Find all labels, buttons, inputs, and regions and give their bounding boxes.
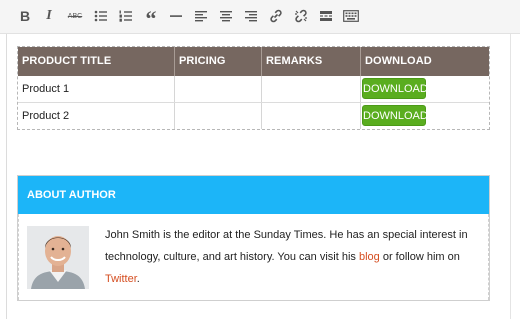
toolbar-toggle-icon[interactable] [341, 7, 361, 25]
blog-link[interactable]: blog [359, 251, 380, 263]
editor-toolbar: B I ABC “ [0, 0, 520, 34]
twitter-link[interactable]: Twitter [105, 273, 137, 285]
blockquote-icon[interactable]: “ [142, 7, 160, 30]
strikethrough-icon[interactable]: ABC [64, 7, 86, 25]
numbered-list-icon[interactable] [117, 7, 135, 25]
horizontal-line-icon[interactable] [167, 7, 185, 25]
column-divider [174, 47, 175, 76]
bold-icon[interactable]: B [16, 7, 34, 25]
pricing-cell[interactable] [175, 76, 179, 103]
column-divider [261, 47, 262, 76]
pricing-cell[interactable] [175, 103, 179, 130]
remove-link-icon[interactable] [292, 7, 310, 25]
author-box-header: ABOUT AUTHOR [18, 176, 489, 214]
author-photo [27, 226, 89, 289]
author-box-title: ABOUT AUTHOR [27, 189, 116, 201]
table-header-row: PRODUCT TITLE PRICING REMARKS DOWNLOAD [18, 47, 489, 76]
column-header-download: DOWNLOAD [365, 55, 432, 67]
column-header-product-title: PRODUCT TITLE [22, 55, 112, 67]
column-header-pricing: PRICING [179, 55, 226, 67]
bio-text: . [136, 273, 140, 285]
remarks-cell[interactable] [262, 76, 266, 103]
download-button[interactable]: DOWNLOAD [362, 105, 428, 126]
column-header-remarks: REMARKS [266, 55, 323, 67]
download-button[interactable]: DOWNLOAD [362, 78, 428, 99]
author-bio: John Smith is the editor at the Sunday T… [105, 224, 481, 290]
row-divider [18, 102, 489, 103]
product-table: PRODUCT TITLE PRICING REMARKS DOWNLOAD P… [17, 46, 490, 130]
italic-icon[interactable]: I [40, 7, 58, 25]
column-divider [360, 47, 361, 76]
product-title-cell[interactable]: Product 1 [18, 76, 69, 103]
editor-border-left [6, 34, 7, 319]
align-right-icon[interactable] [242, 7, 260, 25]
bio-text: or follow him on [379, 251, 460, 263]
product-title-cell[interactable]: Product 2 [18, 103, 69, 130]
about-author-box: ABOUT AUTHOR John Smith is the editor at… [17, 175, 490, 301]
bulleted-list-icon[interactable] [92, 7, 110, 25]
align-left-icon[interactable] [192, 7, 210, 25]
read-more-icon[interactable] [317, 7, 335, 25]
insert-link-icon[interactable] [267, 7, 285, 25]
align-center-icon[interactable] [217, 7, 235, 25]
remarks-cell[interactable] [262, 103, 266, 130]
editor-scrollbar-edge [510, 34, 511, 319]
